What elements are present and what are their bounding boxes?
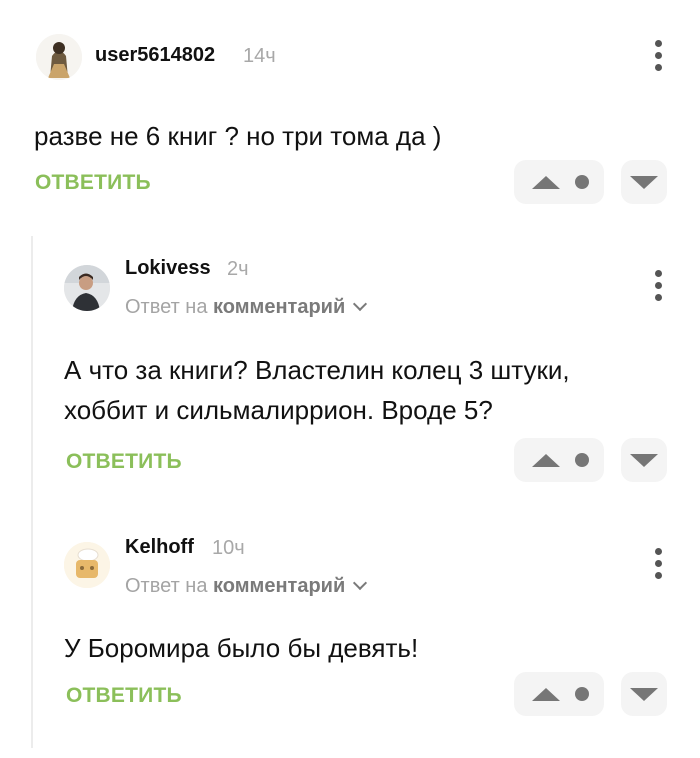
reply-to-target: комментарий [213,575,346,597]
upvote-group [514,672,604,716]
avatar-image [64,265,110,311]
dot-icon [575,175,589,189]
comment-text: разве не 6 книг ? но три тома да ) [34,121,442,151]
reply-to-prefix: Ответ на [125,575,208,597]
comment-text-line: А что за книги? Властелин колец 3 штуки, [64,355,570,385]
downvote-button[interactable] [621,160,667,204]
triangle-down-icon [630,176,658,189]
triangle-down-icon [630,688,658,701]
triangle-down-icon [630,454,658,467]
triangle-up-icon[interactable] [532,688,560,701]
reply-button[interactable]: ОТВЕТИТЬ [66,684,182,708]
timestamp: 14ч [243,45,276,67]
avatar[interactable] [64,265,110,311]
kebab-menu-icon[interactable] [649,270,669,304]
avatar-image [64,542,110,588]
chevron-down-icon [353,296,368,312]
kebab-menu-icon[interactable] [649,40,669,74]
reply-to-link[interactable]: Ответ на комментарий [125,296,368,319]
reply-button[interactable]: ОТВЕТИТЬ [66,450,182,474]
upvote-group [514,438,604,482]
reply-button[interactable]: ОТВЕТИТЬ [35,171,151,195]
comment-text: А что за книги? Властелин колец 3 штуки,… [64,350,570,430]
kebab-menu-icon[interactable] [649,548,669,582]
dot-icon [575,687,589,701]
downvote-button[interactable] [621,672,667,716]
comment-text-line: хоббит и сильмалиррион. Вроде 5? [64,395,493,425]
downvote-button[interactable] [621,438,667,482]
avatar-image [36,34,82,80]
username[interactable]: Lokivess [125,257,211,280]
dot-icon [575,453,589,467]
comment-text: У Боромира было бы девять! [64,633,419,663]
triangle-up-icon[interactable] [532,454,560,467]
reply-to-link[interactable]: Ответ на комментарий [125,575,368,598]
timestamp: 10ч [212,537,245,559]
timestamp: 2ч [227,258,249,280]
username[interactable]: Kelhoff [125,536,194,559]
triangle-up-icon[interactable] [532,176,560,189]
username[interactable]: user5614802 [95,44,215,67]
avatar[interactable] [36,34,82,80]
reply-to-prefix: Ответ на [125,296,208,318]
upvote-group [514,160,604,204]
thread-line [31,236,33,748]
reply-to-target: комментарий [213,296,346,318]
avatar[interactable] [64,542,110,588]
chevron-down-icon [353,575,368,591]
